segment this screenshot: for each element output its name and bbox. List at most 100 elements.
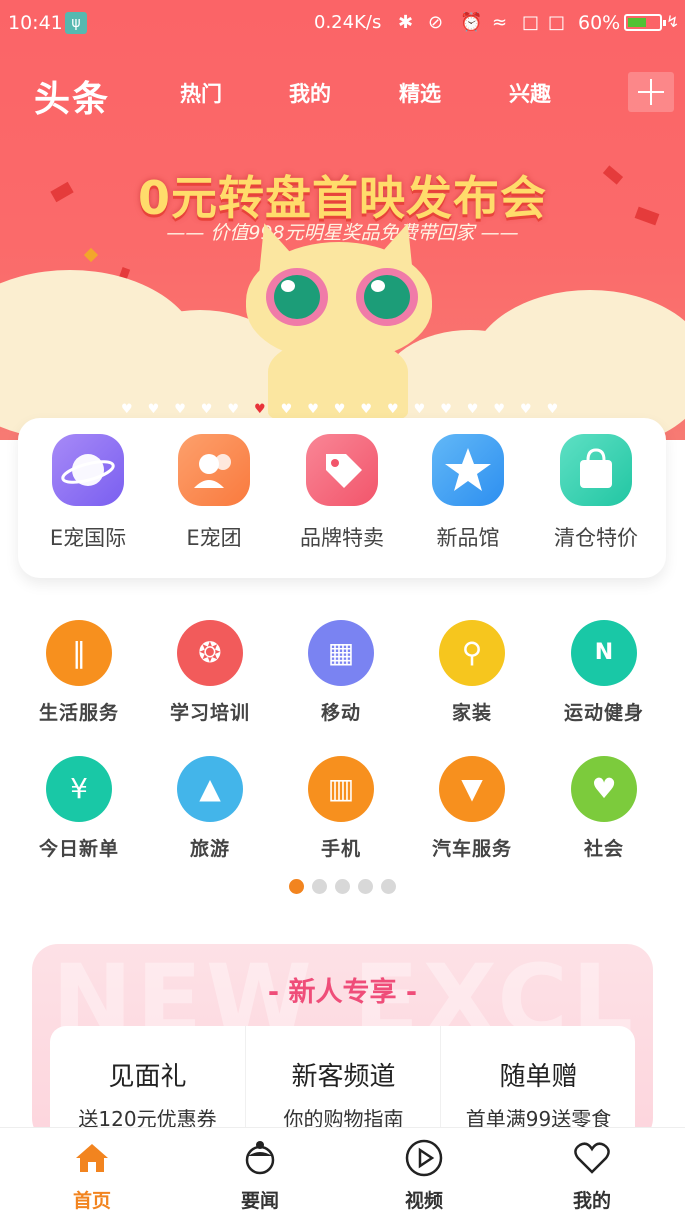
status-bar: 10:41 ψ 0.24K/s ✱ ⊘ ⏰ ≈ □ □ 60% ↯ (0, 0, 685, 48)
banner-dot[interactable]: ♥ (174, 403, 186, 417)
feature-brand-sale[interactable]: 品牌特卖 (282, 434, 402, 552)
tab-mine[interactable]: 我的 (289, 78, 331, 108)
film-reel-icon: ❂ (177, 620, 243, 686)
category-label: 汽车服务 (431, 838, 512, 860)
tab-video[interactable]: 视频 (374, 1138, 474, 1213)
feature-label: 清仓特价 (554, 526, 638, 550)
tab-label: 我的 (572, 1190, 611, 1212)
banner-dot[interactable]: ♥ (440, 403, 452, 417)
feature-clearance[interactable]: 清仓特价 (536, 434, 656, 552)
category-label: 今日新单 (38, 838, 119, 860)
new-user-title: - 新人专享 - (267, 977, 418, 1008)
banner-dot[interactable]: ♥ (547, 403, 559, 417)
star-icon (432, 434, 504, 506)
banner-dot[interactable]: ♥ (520, 403, 532, 417)
category-phone[interactable]: ▥ 手机 (281, 756, 401, 861)
category-label: 移动 (320, 702, 361, 724)
banner-dot[interactable]: ♥ (281, 403, 293, 417)
category-label: 社会 (583, 838, 624, 860)
category-training[interactable]: ❂ 学习培训 (150, 620, 270, 725)
microphone-icon: ⚲ (439, 620, 505, 686)
feature-label: E宠国际 (49, 526, 127, 550)
tab-news[interactable]: 要闻 (210, 1138, 310, 1213)
tab-featured[interactable]: 精选 (399, 78, 441, 108)
new-user-item-title: 见面礼 (108, 1062, 187, 1092)
banner-dot[interactable]: ♥ (467, 403, 479, 417)
banner-dot[interactable]: ♥ (148, 403, 160, 417)
category-home-decor[interactable]: ⚲ 家装 (412, 620, 532, 725)
heart-hands-icon: ♥ (571, 756, 637, 822)
tab-label: 首页 (72, 1190, 111, 1212)
new-user-section: NEW EXCL - 新人专享 - 见面礼 送120元优惠券 新客频道 你的购物… (32, 944, 653, 1144)
vibrate-off-icon: ⊘ (428, 12, 444, 33)
category-fitness[interactable]: N 运动健身 (544, 620, 664, 725)
banner-dot[interactable]: ♥ (493, 403, 505, 417)
banner-dot[interactable]: ♥ (334, 403, 346, 417)
feature-e-pet-international[interactable]: E宠国际 (28, 434, 148, 552)
banner-dot[interactable]: ♥ (121, 403, 133, 417)
feature-label: 品牌特卖 (300, 526, 384, 550)
confetti-decoration (83, 247, 99, 263)
pager-dot[interactable] (289, 879, 304, 894)
cutlery-icon: ‖ (46, 620, 112, 686)
tab-label: 视频 (404, 1190, 443, 1212)
banner-dot[interactable]: ♥ (227, 403, 239, 417)
heart-icon (572, 1138, 612, 1178)
feature-label: E宠团 (186, 526, 242, 550)
charging-icon: ↯ (666, 12, 680, 31)
tab-interest[interactable]: 兴趣 (509, 78, 551, 108)
new-user-item-title: 随单赠 (499, 1062, 578, 1092)
landscape-icon: ▲ (177, 756, 243, 822)
category-auto-services[interactable]: ▼ 汽车服务 (412, 756, 532, 861)
category-label: 旅游 (189, 838, 230, 860)
pager-dot[interactable] (358, 879, 373, 894)
category-life-services[interactable]: ‖ 生活服务 (19, 620, 139, 725)
pager-dot[interactable] (381, 879, 396, 894)
people-icon (178, 434, 250, 506)
battery-icon (624, 14, 666, 31)
category-today-deals[interactable]: ¥ 今日新单 (19, 756, 139, 861)
building-icon: ▦ (308, 620, 374, 686)
tab-hot[interactable]: 热门 (180, 78, 222, 108)
bottom-tab-bar: 首页 要闻 视频 我的 (0, 1127, 685, 1219)
category-label: 手机 (320, 838, 361, 860)
ice-cream-icon: ▼ (439, 756, 505, 822)
banner-dot[interactable]: ♥ (254, 403, 266, 417)
category-society[interactable]: ♥ 社会 (544, 756, 664, 861)
feature-new-products[interactable]: 新品馆 (408, 434, 528, 552)
bluetooth-icon: ✱ (398, 12, 414, 33)
fries-icon: ▥ (308, 756, 374, 822)
category-travel[interactable]: ▲ 旅游 (150, 756, 270, 861)
category-label: 家装 (451, 702, 492, 724)
tab-label: 要闻 (240, 1190, 279, 1212)
tag-n-icon: N (571, 620, 637, 686)
banner-dot[interactable]: ♥ (387, 403, 399, 417)
planet-icon (52, 434, 124, 506)
banner-dot[interactable]: ♥ (201, 403, 213, 417)
tag-icon (306, 434, 378, 506)
banner-subtitle: —— 价值998元明星奖品免费带回家 —— (166, 222, 519, 244)
feature-label: 新品馆 (436, 526, 500, 550)
category-mobile[interactable]: ▦ 移动 (281, 620, 401, 725)
shopping-bag-icon (560, 434, 632, 506)
feature-e-pet-group[interactable]: E宠团 (154, 434, 274, 552)
app-logo: 头条 (34, 78, 111, 120)
alarm-icon: ⏰ (460, 12, 483, 33)
network-speed: 0.24K/s (314, 12, 382, 33)
usb-icon: ψ (65, 12, 87, 34)
pager-dot[interactable] (312, 879, 327, 894)
tab-mine-bottom[interactable]: 我的 (542, 1138, 642, 1213)
tab-home[interactable]: 首页 (42, 1138, 142, 1213)
cat-eye (266, 268, 328, 326)
signal-1-icon: □ (522, 12, 540, 33)
banner-dot[interactable]: ♥ (360, 403, 372, 417)
pager-dot[interactable] (335, 879, 350, 894)
status-time: 10:41 (8, 12, 63, 34)
category-label: 运动健身 (563, 702, 644, 724)
ticket-yen-icon: ¥ (46, 756, 112, 822)
banner-dot[interactable]: ♥ (307, 403, 319, 417)
battery-percent: 60% (578, 12, 621, 34)
plus-icon[interactable] (628, 72, 674, 112)
banner-dot[interactable]: ♥ (414, 403, 426, 417)
wifi-icon: ≈ (492, 12, 508, 33)
